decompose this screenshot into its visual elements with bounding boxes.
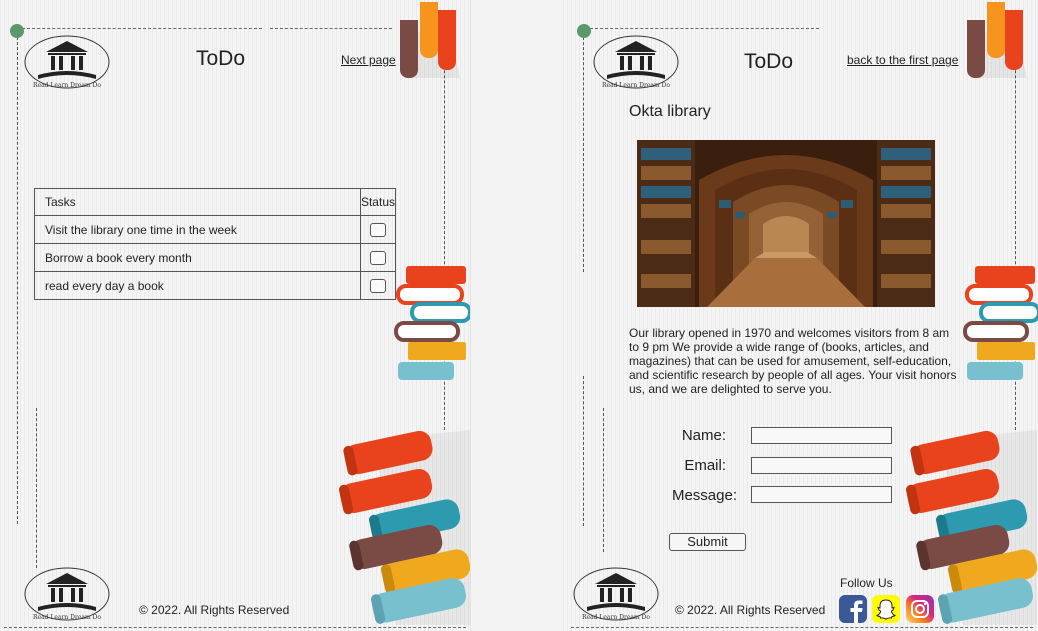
task-cell: Borrow a book every month xyxy=(34,243,361,272)
book-stack-small-icon xyxy=(963,266,1038,380)
copyright-text: © 2022. All Rights Reserved xyxy=(675,603,826,617)
status-cell xyxy=(359,271,397,300)
instagram-icon[interactable] xyxy=(906,595,934,623)
top-border xyxy=(22,28,262,29)
status-cell xyxy=(359,243,397,272)
snapchat-icon[interactable] xyxy=(872,595,900,623)
library-description: Our library opened in 1970 and welcomes … xyxy=(629,326,957,396)
table-header-row: Tasks Status xyxy=(34,188,397,216)
status-checkbox[interactable] xyxy=(369,222,386,237)
message-input[interactable] xyxy=(751,486,892,503)
back-to-first-page-link[interactable]: back to the first page xyxy=(847,53,958,67)
bottom-border xyxy=(4,627,466,628)
svg-text:Read Learn Dream Do: Read Learn Dream Do xyxy=(602,82,670,89)
svg-text:Read Learn Dream Do: Read Learn Dream Do xyxy=(582,614,650,621)
email-label: Email: xyxy=(684,457,726,474)
name-label: Name: xyxy=(681,427,726,444)
footer-logo-icon: Read Learn Dream Do xyxy=(573,567,659,621)
status-header: Status xyxy=(359,188,397,216)
left-border-lower xyxy=(583,376,584,526)
table-row: read every day a book xyxy=(34,271,397,300)
top-border-right xyxy=(270,28,392,29)
corner-dot xyxy=(10,24,24,38)
follow-us-label: Follow Us xyxy=(840,576,893,590)
library-title: Okta library xyxy=(629,103,711,120)
next-page-link[interactable]: Next page xyxy=(341,53,396,67)
left-border xyxy=(17,32,18,524)
task-cell: Visit the library one time in the week xyxy=(34,215,361,244)
hanging-bookmarks-icon xyxy=(400,2,460,78)
footer-logo-icon: Read Learn Dream Do xyxy=(24,567,110,621)
status-checkbox[interactable] xyxy=(369,250,386,265)
submit-button[interactable]: Submit xyxy=(669,533,746,551)
book-stack-small-icon xyxy=(394,266,470,380)
todo-page-two: Read Learn Dream Do ToDo back to the fir… xyxy=(563,0,1038,631)
status-checkbox[interactable] xyxy=(369,278,386,293)
tasks-header: Tasks xyxy=(34,188,361,216)
page-gap xyxy=(470,0,565,631)
table-row: Visit the library one time in the week xyxy=(34,215,397,244)
top-border xyxy=(585,28,819,29)
task-cell: read every day a book xyxy=(34,271,361,300)
facebook-icon[interactable] xyxy=(839,595,867,623)
library-logo-icon: Read Learn Dream Do xyxy=(24,35,110,89)
bottom-border xyxy=(571,627,1033,628)
book-stack-large-icon xyxy=(339,430,470,625)
left-inner-border xyxy=(36,408,37,568)
message-label: Message: xyxy=(671,487,737,504)
status-cell xyxy=(359,215,397,244)
svg-text:Read Learn Dream Do: Read Learn Dream Do xyxy=(33,82,101,89)
library-logo-icon: Read Learn Dream Do xyxy=(593,35,679,89)
copyright-text: © 2022. All Rights Reserved xyxy=(139,603,290,617)
page-title: ToDo xyxy=(196,47,246,70)
name-input[interactable] xyxy=(751,427,892,444)
hanging-bookmarks-icon xyxy=(967,2,1027,78)
todo-page-one: Read Learn Dream Do ToDo Next page Tasks xyxy=(0,0,470,631)
left-border xyxy=(583,32,584,272)
left-inner-border xyxy=(603,408,604,552)
corner-dot xyxy=(577,24,591,38)
library-photo xyxy=(637,140,935,307)
svg-text:Read Learn Dream Do: Read Learn Dream Do xyxy=(33,614,101,621)
table-row: Borrow a book every month xyxy=(34,243,397,272)
page-title: ToDo xyxy=(744,50,794,73)
tasks-table: Tasks Status Visit the library one time … xyxy=(34,188,397,300)
email-input[interactable] xyxy=(751,457,892,474)
